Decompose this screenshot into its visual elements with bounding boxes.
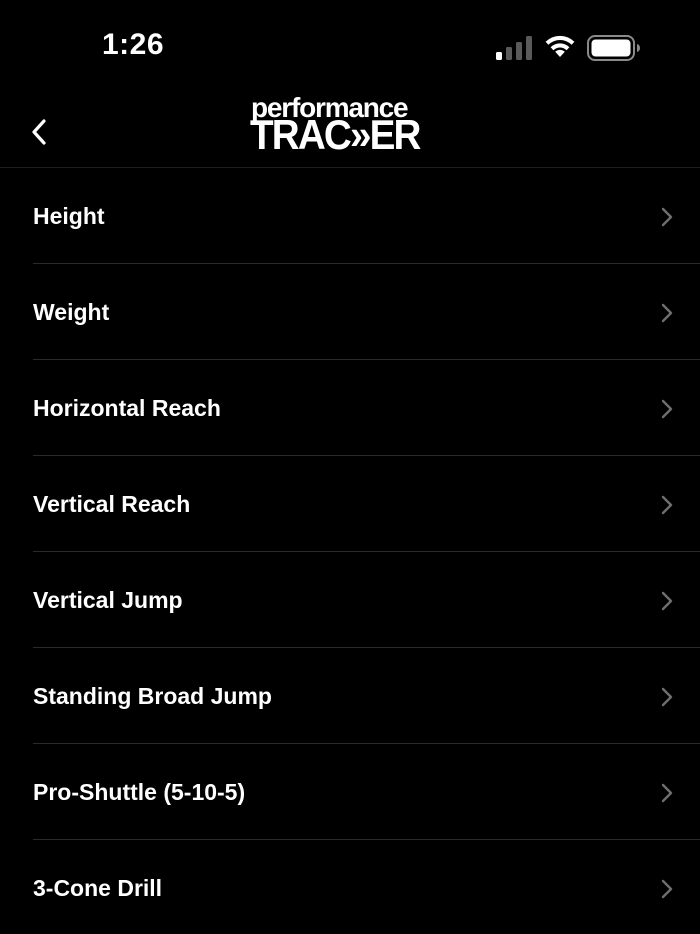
list-item-vertical-reach[interactable]: Vertical Reach [0,456,700,552]
status-time: 1:26 [102,28,165,61]
chevron-right-icon [661,879,673,899]
measurement-list: Height Weight Horizontal Reach Vertical … [0,168,700,934]
list-item-weight[interactable]: Weight [0,264,700,360]
screen: 1:26 performance TRAC»ER Height Weight H… [0,0,700,934]
chevron-right-icon [661,783,673,803]
list-item-label: Vertical Jump [33,587,183,613]
status-bar: 1:26 [0,0,700,90]
list-item-label: Pro-Shuttle (5-10-5) [33,779,246,805]
list-item-label: Standing Broad Jump [33,683,272,709]
chevron-right-icon [661,495,673,515]
chevron-right-icon [661,303,673,323]
list-item-label: Horizontal Reach [33,395,221,421]
list-item-pro-shuttle[interactable]: Pro-Shuttle (5-10-5) [0,744,700,840]
wifi-icon [545,35,575,57]
list-item-standing-broad-jump[interactable]: Standing Broad Jump [0,648,700,744]
back-button[interactable] [22,110,56,154]
list-item-3-cone-drill[interactable]: 3-Cone Drill [0,840,700,934]
list-item-label: Height [33,203,105,229]
cellular-signal-icon [496,36,532,60]
chevron-right-icon [661,399,673,419]
battery-icon [587,35,640,61]
chevron-right-icon [661,207,673,227]
list-item-height[interactable]: Height [0,168,700,264]
list-item-label: 3-Cone Drill [33,875,163,901]
list-item-label: Vertical Reach [33,491,191,517]
logo-bottom-text: TRAC»ER [250,111,421,158]
chevron-right-icon [661,687,673,707]
list-item-horizontal-reach[interactable]: Horizontal Reach [0,360,700,456]
app-logo: performance TRAC»ER [250,94,450,158]
chevron-left-icon [32,119,46,145]
chevron-right-icon [661,591,673,611]
list-item-label: Weight [33,299,110,325]
nav-bar: performance TRAC»ER [0,90,700,168]
list-item-vertical-jump[interactable]: Vertical Jump [0,552,700,648]
